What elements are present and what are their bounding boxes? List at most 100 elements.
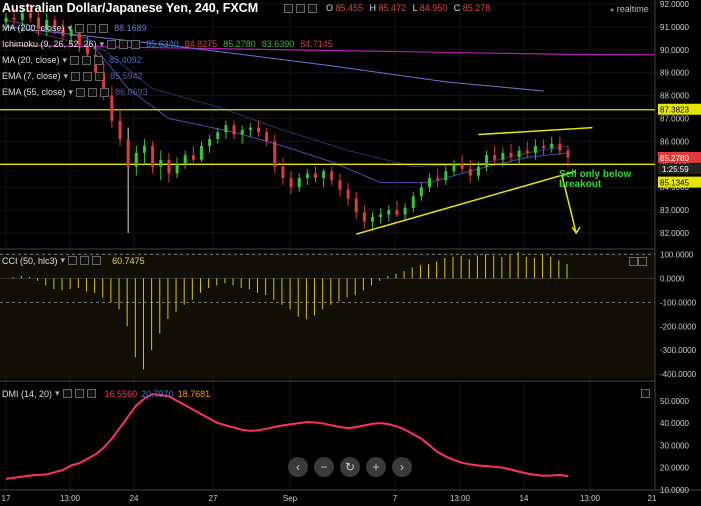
dropdown-arrow-icon[interactable]: ▾	[64, 68, 69, 84]
close-box[interactable]	[95, 71, 105, 81]
candle-body	[159, 159, 163, 167]
candle-body	[151, 145, 155, 167]
cci-label[interactable]: CCI (50, hlc3)	[2, 256, 58, 266]
time-tick-label: 21	[648, 494, 657, 503]
candle-body	[517, 150, 521, 158]
close-box[interactable]	[308, 3, 317, 13]
scroll-right-button[interactable]: ›	[392, 457, 412, 477]
hide-box[interactable]	[296, 3, 305, 13]
hide-box[interactable]	[87, 23, 97, 33]
dmi-value: 20.7970	[141, 388, 174, 399]
candle-body	[533, 145, 537, 153]
dropdown-arrow-icon[interactable]: ▾	[63, 52, 68, 68]
candle-body	[346, 189, 350, 199]
scroll-left-button[interactable]: ‹	[288, 457, 308, 477]
settings-box[interactable]	[70, 55, 80, 65]
time-tick-label: 24	[130, 494, 139, 503]
dmi-pane	[5, 393, 569, 480]
ohlc-key-h: H	[369, 3, 379, 13]
indicator-value: 84.7145	[300, 39, 333, 49]
indicator-label[interactable]: EMA (7, close)	[2, 68, 61, 84]
settings-box[interactable]	[76, 87, 86, 97]
hide-box[interactable]	[82, 55, 92, 65]
candle-body	[118, 120, 122, 140]
candle-body	[558, 143, 562, 151]
dmi-label[interactable]: DMI (14, 20)	[2, 389, 52, 399]
ohlc-readout: O 85.455 H 85.472 L 84.950 C 85.278	[284, 3, 494, 13]
candle-body	[289, 178, 293, 188]
ohlc-value-l: 84.950	[419, 3, 450, 13]
indicator-label[interactable]: MA (20, close)	[2, 52, 60, 68]
indicator-label[interactable]: EMA (55, close)	[2, 84, 66, 100]
indicator-row[interactable]: MA (200, close) ▾ 88.1689	[2, 20, 333, 36]
resistance-level-label: 87.3823	[660, 106, 689, 115]
candle-body	[216, 132, 220, 140]
close-box[interactable]	[92, 256, 102, 265]
indicator-row[interactable]: EMA (7, close) ▾ 85.5942	[2, 68, 333, 84]
hide-box[interactable]	[80, 256, 90, 265]
settings-box[interactable]	[107, 39, 117, 49]
hide-box[interactable]	[119, 39, 129, 49]
indicator-value: 85.5942	[110, 71, 143, 81]
candle-body	[395, 210, 399, 215]
candle-body	[550, 143, 554, 149]
zoom-in-button[interactable]: +	[366, 457, 386, 477]
dropdown-arrow-icon[interactable]: ▾	[100, 36, 105, 52]
price-tick-label: 83.0000	[660, 206, 689, 215]
dropdown-arrow-icon[interactable]: ▾	[61, 255, 66, 266]
indicator-row[interactable]: MA (20, close) ▾ 85.4092	[2, 52, 333, 68]
sell-breakout-annotation: Sell only below breakout	[559, 170, 649, 190]
symbol-header[interactable]: Australian Dollar/Japanese Yen, 240, FXC…	[2, 1, 258, 15]
settings-box[interactable]	[284, 3, 293, 13]
settings-box[interactable]	[75, 23, 85, 33]
settings-box[interactable]	[62, 389, 72, 398]
candle-body	[387, 210, 391, 215]
candle-body	[167, 159, 171, 174]
dmi-line	[5, 393, 569, 480]
pane-up-box[interactable]	[641, 389, 650, 398]
time-tick-label: 14	[520, 494, 529, 503]
candle-body	[362, 212, 366, 222]
candle-body	[419, 187, 423, 197]
pane-up-box[interactable]	[629, 257, 638, 266]
close-box[interactable]	[94, 55, 104, 65]
close-box[interactable]	[99, 23, 109, 33]
time-tick-label: 13:00	[580, 494, 601, 503]
time-tick-label: 17	[2, 494, 11, 503]
close-box[interactable]	[100, 87, 110, 97]
dropdown-arrow-icon[interactable]: ▾	[55, 388, 60, 399]
price-tick-label: 87.0000	[660, 115, 689, 124]
cci-tick-label: -100.0000	[660, 298, 697, 307]
zoom-out-button[interactable]: −	[314, 457, 334, 477]
hide-box[interactable]	[88, 87, 98, 97]
cci-tick-label: -300.0000	[660, 346, 697, 355]
pane-down-box[interactable]	[638, 257, 647, 266]
cci-pane-background	[0, 252, 655, 379]
dropdown-arrow-icon[interactable]: ▾	[69, 84, 74, 100]
indicator-row[interactable]: Ichimoku (9, 26, 52, 26) ▾ 85.6340 84.8275 8…	[2, 36, 333, 52]
candle-body	[273, 141, 277, 167]
hide-box[interactable]	[74, 389, 84, 398]
indicator-legend: MA (200, close) ▾ 88.1689 Ichimoku (9, 26, …	[2, 20, 333, 100]
dmi-value: 16.5560	[104, 388, 138, 399]
cci-tick-label: 0.0000	[660, 274, 685, 283]
candle-body	[134, 152, 138, 167]
current-price-label: 85.2780	[660, 154, 689, 163]
indicator-label[interactable]: MA (200, close)	[2, 20, 65, 36]
support-level-label: 85.1345	[660, 179, 689, 188]
indicator-value: 83.6390	[261, 39, 295, 49]
candle-body	[191, 155, 195, 160]
indicator-label[interactable]: Ichimoku (9, 26, 52, 26)	[2, 36, 97, 52]
dropdown-arrow-icon[interactable]: ▾	[68, 20, 73, 36]
price-tick-label: 90.0000	[660, 46, 689, 55]
candle-body	[175, 164, 179, 174]
hide-box[interactable]	[83, 71, 93, 81]
settings-box[interactable]	[71, 71, 81, 81]
close-box[interactable]	[131, 39, 141, 49]
candle-body	[509, 152, 513, 158]
candle-body	[208, 139, 212, 146]
indicator-row[interactable]: EMA (55, close) ▾ 86.0693	[2, 84, 333, 100]
reset-chart-button[interactable]: ↻	[340, 457, 360, 477]
close-box[interactable]	[86, 389, 96, 398]
settings-box[interactable]	[68, 256, 78, 265]
